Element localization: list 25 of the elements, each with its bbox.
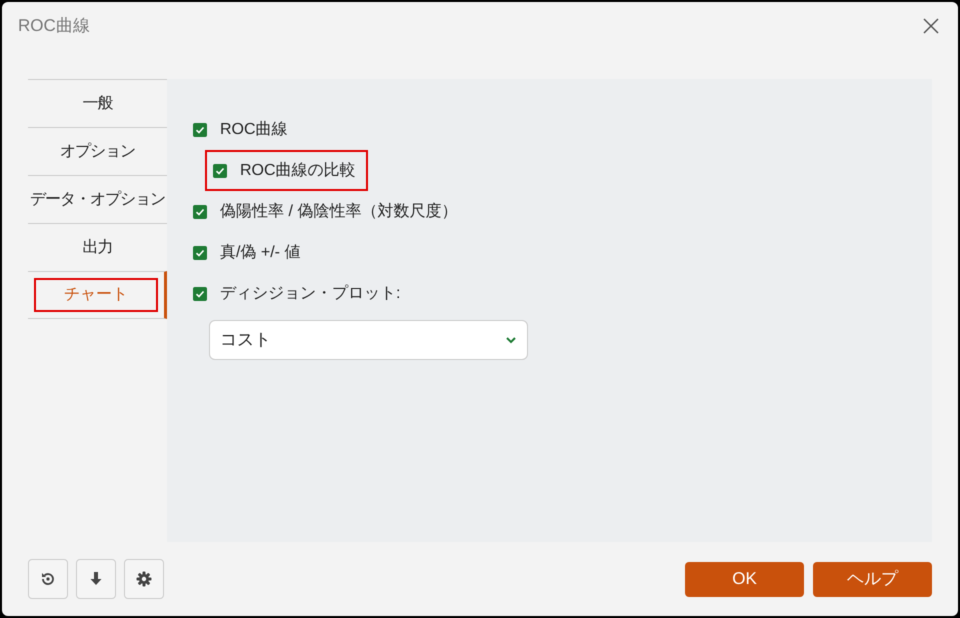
check-icon	[215, 166, 225, 176]
option-label: ROC曲線	[220, 120, 288, 140]
check-icon	[195, 288, 205, 298]
download-icon[interactable]	[76, 559, 116, 599]
option-label: ディシジョン・プロット:	[220, 284, 400, 304]
tab[interactable]: チャート	[28, 271, 167, 319]
check-icon	[195, 124, 205, 134]
checkbox[interactable]	[193, 204, 207, 218]
checkbox[interactable]	[193, 246, 207, 260]
checkbox[interactable]	[213, 164, 227, 178]
option-label: 真/偽 +/- 値	[220, 242, 300, 262]
option-label: 偽陽性率 / 偽陰性率（対数尺度）	[220, 202, 458, 222]
check-icon	[195, 248, 205, 258]
chevron-down-icon	[505, 336, 517, 344]
ok-button[interactable]: OK	[685, 562, 804, 596]
help-button[interactable]: ヘルプ	[813, 562, 932, 596]
checkbox[interactable]	[193, 286, 207, 300]
reset-icon[interactable]	[28, 559, 68, 599]
option-label: ROC曲線の比較	[240, 160, 356, 180]
window-title: ROC曲線	[18, 15, 90, 38]
highlight-frame: チャート	[34, 278, 158, 312]
dropdown[interactable]: コスト	[209, 320, 528, 360]
checkbox[interactable]	[193, 122, 207, 136]
check-icon	[195, 206, 205, 216]
settings-icon[interactable]	[124, 559, 164, 599]
